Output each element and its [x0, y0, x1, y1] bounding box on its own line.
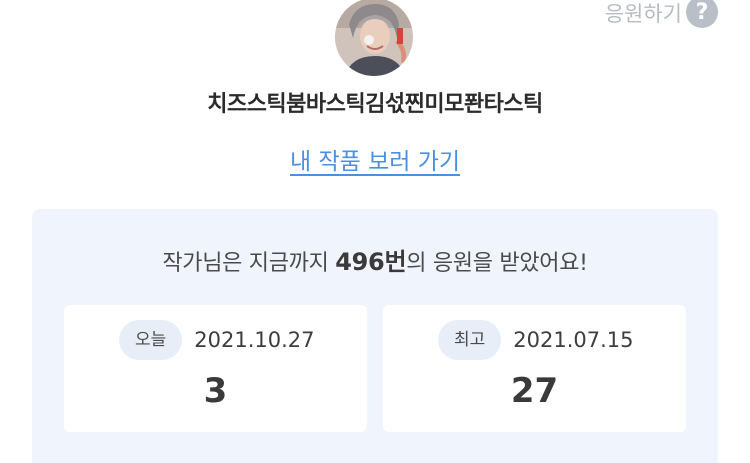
cheer-help[interactable]: 응원하기 ? [605, 0, 718, 28]
help-icon[interactable]: ? [686, 0, 718, 28]
today-value: 3 [203, 371, 228, 411]
view-works-link[interactable]: 내 작품 보러 가기 [0, 142, 750, 176]
avatar [335, 0, 413, 76]
summary-suffix: 의 응원을 받았어요! [406, 251, 588, 276]
today-badge: 오늘 [119, 320, 183, 360]
cheer-count: 496번 [335, 248, 407, 276]
cheer-page: 응원하기 ? 치즈스틱붐바스틱김섟찐미모퐌타스틱 내 작품 보러 가기 작가님은… [0, 0, 750, 463]
avatar-image [335, 0, 413, 76]
best-card: 최고 2021.07.15 27 [383, 305, 686, 432]
cheer-label: 응원하기 [604, 2, 682, 26]
cheer-summary: 작가님은 지금까지 496번의 응원을 받았어요! [32, 242, 718, 277]
author-name: 치즈스틱붐바스틱김섟찐미모퐌타스틱 [207, 92, 543, 117]
best-value: 27 [510, 371, 559, 411]
stats-panel: 작가님은 지금까지 496번의 응원을 받았어요! 오늘 2021.10.27 … [32, 209, 718, 463]
today-date: 2021.10.27 [194, 328, 315, 352]
today-card: 오늘 2021.10.27 3 [64, 305, 367, 432]
best-date: 2021.07.15 [513, 328, 634, 352]
best-badge: 최고 [438, 320, 502, 360]
summary-prefix: 작가님은 지금까지 [162, 251, 336, 276]
